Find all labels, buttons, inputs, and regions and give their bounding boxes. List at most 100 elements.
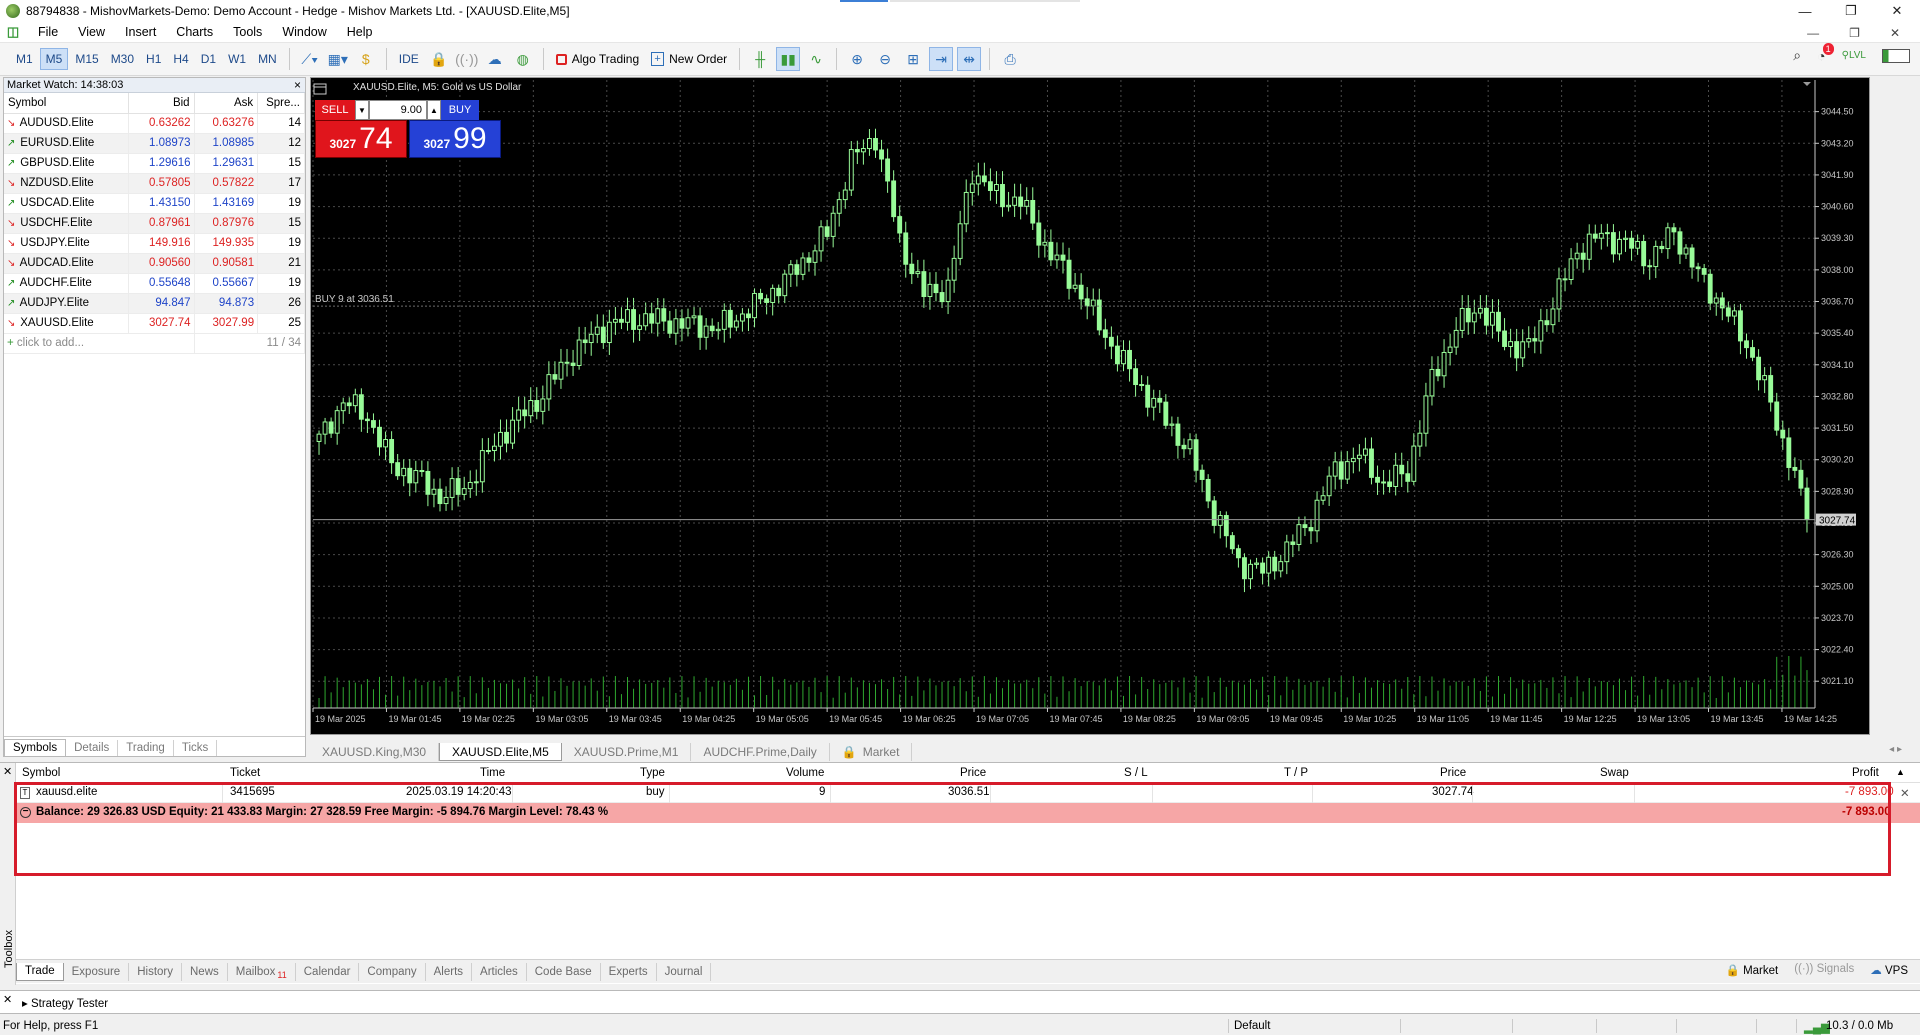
timeframe-d1[interactable]: D1 [196, 48, 221, 70]
volume-input[interactable]: 9.00 [369, 100, 427, 120]
menu-charts[interactable]: Charts [166, 25, 223, 39]
menu-tools[interactable]: Tools [223, 25, 272, 39]
tab-details[interactable]: Details [66, 740, 119, 756]
menu-help[interactable]: Help [337, 25, 383, 39]
tab-trade[interactable]: Trade [16, 962, 64, 981]
market-watch-row[interactable]: ↘ XAUUSD.Elite 3027.74 3027.99 25 [4, 313, 305, 334]
templates-icon[interactable]: ▦▾ [326, 47, 350, 71]
market-watch-row[interactable]: ↘ NZDUSD.Elite 0.57805 0.57822 17 [4, 173, 305, 194]
menu-insert[interactable]: Insert [115, 25, 166, 39]
menu-file[interactable]: File [28, 25, 68, 39]
tab-news[interactable]: News [182, 962, 228, 981]
col-spread[interactable]: Spre... [257, 93, 305, 114]
document-icon[interactable]: ◫ [6, 24, 20, 39]
timeframe-mn[interactable]: MN [253, 48, 282, 70]
tile-windows-icon[interactable]: ⊞ [901, 47, 925, 71]
col-bid[interactable]: Bid [128, 93, 195, 114]
tab-company[interactable]: Company [359, 962, 426, 981]
market-link[interactable]: 🔒 Market [1726, 963, 1779, 977]
line-chart-icon[interactable]: ∿ [804, 47, 828, 71]
child-close-icon[interactable]: ✕ [1890, 26, 1900, 40]
new-order-button[interactable]: + New Order [645, 47, 733, 71]
globe-icon[interactable]: ◍ [511, 47, 535, 71]
zoom-in-icon[interactable]: ⊕ [845, 47, 869, 71]
close-position-icon[interactable]: ✕ [1900, 786, 1910, 800]
timeframe-m1[interactable]: M1 [11, 48, 38, 70]
market-watch-row[interactable]: ↗ EURUSD.Elite 1.08973 1.08985 12 [4, 133, 305, 154]
tab-journal[interactable]: Journal [657, 962, 712, 981]
search-icon[interactable]: ⌕ [1793, 47, 1801, 64]
market-watch-row[interactable]: ↗ GBPUSD.Elite 1.29616 1.29631 15 [4, 153, 305, 174]
market-watch-row[interactable]: ↘ USDCHF.Elite 0.87961 0.87976 15 [4, 213, 305, 234]
tab-ticks[interactable]: Ticks [174, 740, 218, 756]
vps-link[interactable]: ☁ VPS [1870, 963, 1908, 977]
timeframe-h1[interactable]: H1 [141, 48, 166, 70]
timeframe-m5[interactable]: M5 [39, 48, 69, 70]
col-trade-tp[interactable]: T / P [1284, 767, 1308, 779]
col-trade-time[interactable]: Time [480, 767, 505, 779]
toolbox-close-icon[interactable]: ✕ [3, 765, 12, 778]
timeframe-w1[interactable]: W1 [223, 48, 251, 70]
auto-scroll-icon[interactable]: ⇥ [929, 47, 954, 71]
buy-price-box[interactable]: 3027 99 [409, 120, 501, 158]
strategy-tester-label[interactable]: ▸ Strategy Tester [22, 996, 108, 1010]
tab-calendar[interactable]: Calendar [296, 962, 360, 981]
lvl-icon[interactable]: ⚲LVL [1842, 50, 1866, 61]
bar-chart-icon[interactable]: ╫ [748, 47, 772, 71]
tab-code-base[interactable]: Code Base [527, 962, 601, 981]
dollar-icon[interactable]: $ [354, 47, 378, 71]
chart-shift-icon[interactable]: ⇹ [957, 47, 982, 71]
col-symbol[interactable]: Symbol [4, 93, 130, 114]
chart-type-icon[interactable]: ⟋▾ [298, 47, 322, 71]
col-trade-type[interactable]: Type [640, 767, 665, 779]
chart-window-icon[interactable] [313, 82, 331, 96]
market-watch-row[interactable]: ↗ AUDJPY.Elite 94.847 94.873 26 [4, 293, 305, 314]
market-watch-row[interactable]: ↘ USDJPY.Elite 149.916 149.935 19 [4, 233, 305, 254]
minimize-icon[interactable]: — [1782, 0, 1828, 22]
col-trade-swap[interactable]: Swap [1600, 767, 1629, 779]
maximize-icon[interactable]: ❐ [1828, 0, 1874, 22]
chart-tab-audchf-prime-daily[interactable]: AUDCHF.Prime,Daily [691, 743, 830, 761]
col-trade-profit[interactable]: Profit [1852, 767, 1879, 779]
signal-icon[interactable]: ((·)) [455, 47, 479, 71]
tab-experts[interactable]: Experts [601, 962, 657, 981]
tab-scroll-icon[interactable]: ◂ ▸ [1889, 744, 1902, 755]
col-trade-current-price[interactable]: Price [1440, 767, 1466, 779]
sell-price-box[interactable]: 3027 74 [315, 120, 407, 158]
collapse-icon[interactable]: − [20, 807, 31, 818]
market-watch-row[interactable]: ↗ AUDCHF.Elite 0.55648 0.55667 19 [4, 273, 305, 294]
notifications-icon[interactable]: ◔ 1 [1817, 42, 1834, 64]
ide-button[interactable]: IDE [394, 48, 424, 70]
col-trade-sl[interactable]: S / L [1124, 767, 1148, 779]
tab-mailbox[interactable]: Mailbox 11 [228, 962, 296, 981]
zoom-out-icon[interactable]: ⊖ [873, 47, 897, 71]
col-trade-volume[interactable]: Volume [786, 767, 824, 779]
market-watch-row[interactable]: ↗ USDCAD.Elite 1.43150 1.43169 19 [4, 193, 305, 214]
candlestick-icon[interactable]: ▮▮ [776, 47, 801, 71]
sort-up-icon[interactable]: ▲ [1896, 767, 1905, 777]
tab-symbols[interactable]: Symbols [4, 739, 67, 756]
menu-window[interactable]: Window [272, 25, 336, 39]
child-restore-icon[interactable]: ❐ [1849, 26, 1860, 40]
chart-tab-market[interactable]: 🔒 Market [830, 743, 913, 761]
chart-tab-xauusd-prime-m1[interactable]: XAUUSD.Prime,M1 [562, 743, 692, 761]
price-chart[interactable]: 3044.50 3043.20 3041.90 3040.60 3039.30 3038.… [310, 77, 1870, 735]
volume-down-icon[interactable]: ▼ [355, 100, 369, 120]
col-trade-price[interactable]: Price [960, 767, 986, 779]
tab-history[interactable]: History [129, 962, 182, 981]
timeframe-m30[interactable]: M30 [106, 48, 139, 70]
tab-exposure[interactable]: Exposure [64, 962, 130, 981]
buy-button[interactable]: BUY [441, 100, 479, 120]
algo-trading-button[interactable]: Algo Trading [550, 47, 645, 71]
tab-trading[interactable]: Trading [118, 740, 174, 756]
lock-icon[interactable]: 🔒 [427, 47, 451, 71]
tab-articles[interactable]: Articles [472, 962, 527, 981]
market-watch-row[interactable]: ↘ AUDUSD.Elite 0.63262 0.63276 14 [4, 113, 305, 134]
close-icon[interactable]: ✕ [1874, 0, 1920, 22]
menu-view[interactable]: View [68, 25, 115, 39]
volume-up-icon[interactable]: ▲ [427, 100, 441, 120]
chart-tab-xauusd-king-m30[interactable]: XAUUSD.King,M30 [310, 743, 440, 761]
col-ask[interactable]: Ask [194, 93, 259, 114]
sell-button[interactable]: SELL [315, 100, 355, 120]
chart-tab-xauusd-elite-m5[interactable]: XAUUSD.Elite,M5 [439, 743, 562, 761]
